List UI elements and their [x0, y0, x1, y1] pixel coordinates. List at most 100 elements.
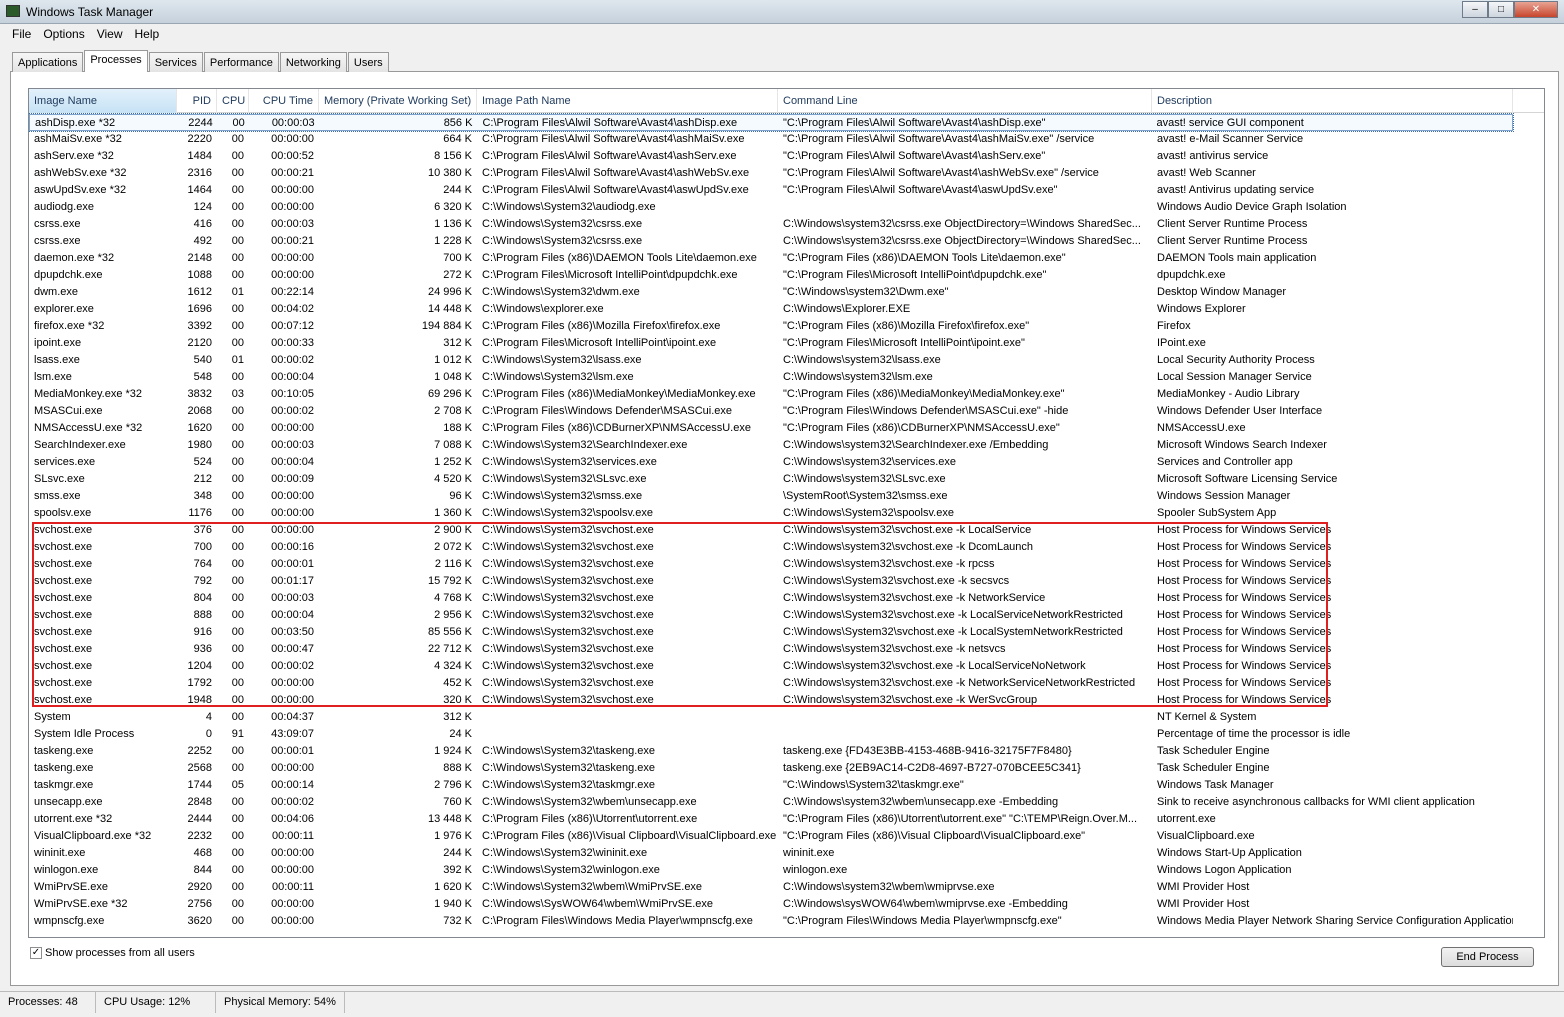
process-row[interactable]: System Idle Process 0 91 43:09:07 24 K Percen…	[29, 726, 1513, 743]
cell-image-path: C:\Windows\System32\lsass.exe	[482, 354, 642, 366]
process-row[interactable]: ashServ.exe *32 1484 00 00:00:52 8 156 K C:\P…	[29, 148, 1513, 165]
process-row[interactable]: svchost.exe 1792 00 00:00:00 452 K C:\Windows…	[29, 675, 1513, 692]
process-row[interactable]: ashMaiSv.exe *32 2220 00 00:00:00 664 K C:\Pr…	[29, 131, 1513, 148]
process-row[interactable]: taskmgr.exe 1744 05 00:00:14 2 796 K C:\Windo…	[29, 777, 1513, 794]
column-description[interactable]: Description	[1152, 89, 1513, 113]
column-image-path[interactable]: Image Path Name	[477, 89, 778, 113]
process-row[interactable]: dpupdchk.exe 1088 00 00:00:00 272 K C:\Progra…	[29, 267, 1513, 284]
process-row[interactable]: taskeng.exe 2568 00 00:00:00 888 K C:\Windows…	[29, 760, 1513, 777]
cell-image-path: C:\Program Files\Microsoft IntelliPoint\…	[482, 337, 717, 349]
cell-memory: 2 956 K	[434, 609, 472, 621]
cell-image-name: svchost.exe	[34, 592, 93, 604]
process-row[interactable]: NMSAccessU.exe *32 1620 00 00:00:00 188 K C:\…	[29, 420, 1513, 437]
process-row[interactable]: VisualClipboard.exe *32 2232 00 00:00:11 1 9…	[29, 828, 1513, 845]
close-button[interactable]: ✕	[1514, 1, 1558, 18]
process-row[interactable]: explorer.exe 1696 00 00:04:02 14 448 K C:\Win…	[29, 301, 1513, 318]
process-row[interactable]: utorrent.exe *32 2444 00 00:04:06 13 448 K C:…	[29, 811, 1513, 828]
cell-cpu: 00	[231, 252, 244, 264]
tab-applications[interactable]: Applications	[12, 52, 84, 72]
menu-file[interactable]: File	[6, 24, 37, 44]
cell-command-line: C:\Windows\system32\lsm.exe	[783, 371, 933, 383]
cell-memory: 22 712 K	[427, 643, 472, 655]
process-row[interactable]: csrss.exe 416 00 00:00:03 1 136 K C:\Windows\…	[29, 216, 1513, 233]
process-row[interactable]: taskeng.exe 2252 00 00:00:01 1 924 K C:\Windo…	[29, 743, 1513, 760]
process-row[interactable]: svchost.exe 764 00 00:00:01 2 116 K C:\Window…	[29, 556, 1513, 573]
process-row[interactable]: csrss.exe 492 00 00:00:21 1 228 K C:\Windows\…	[29, 233, 1513, 250]
cell-cpu: 00	[231, 745, 244, 757]
minimize-button[interactable]: –	[1462, 1, 1488, 18]
process-row[interactable]: ashWebSv.exe *32 2316 00 00:00:21 10 380 K C:…	[29, 165, 1513, 182]
process-row[interactable]: audiodg.exe 124 00 00:00:00 6 320 K C:\Window…	[29, 199, 1513, 216]
process-row[interactable]: ashDisp.exe *32 2244 00 00:00:03 856 K C:\Pro…	[29, 113, 1514, 132]
cell-description: Local Security Authority Process	[1157, 354, 1315, 366]
process-row[interactable]: dwm.exe 1612 01 00:22:14 24 996 K C:\Windows\…	[29, 284, 1513, 301]
process-row[interactable]: wmpnscfg.exe 3620 00 00:00:00 732 K C:\Progra…	[29, 913, 1513, 930]
process-row[interactable]: firefox.exe *32 3392 00 00:07:12 194 884 K C:…	[29, 318, 1513, 335]
process-row[interactable]: svchost.exe 1948 00 00:00:00 320 K C:\Windows…	[29, 692, 1513, 709]
process-row[interactable]: aswUpdSv.exe *32 1464 00 00:00:00 244 K C:\Pr…	[29, 182, 1513, 199]
cell-cpu-time: 00:00:02	[271, 405, 314, 417]
column-pid[interactable]: PID	[177, 89, 217, 113]
cell-description: Host Process for Windows Services	[1157, 643, 1332, 655]
process-row[interactable]: SearchIndexer.exe 1980 00 00:00:03 7 088 K C:…	[29, 437, 1513, 454]
cell-cpu: 00	[231, 371, 244, 383]
tab-users[interactable]: Users	[347, 52, 389, 72]
process-row[interactable]: lsm.exe 548 00 00:00:04 1 048 K C:\Windows\Sy…	[29, 369, 1513, 386]
menu-help[interactable]: Help	[129, 24, 166, 44]
process-row[interactable]: System 4 00 00:04:37 312 K NT Kernel & System	[29, 709, 1513, 726]
process-row[interactable]: WmiPrvSE.exe 2920 00 00:00:11 1 620 K C:\Wind…	[29, 879, 1513, 896]
process-row[interactable]: svchost.exe 888 00 00:00:04 2 956 K C:\Window…	[29, 607, 1513, 624]
process-row[interactable]: MSASCui.exe 2068 00 00:00:02 2 708 K C:\Progr…	[29, 403, 1513, 420]
column-memory[interactable]: Memory (Private Working Set)	[319, 89, 477, 113]
menu-view[interactable]: View	[91, 24, 129, 44]
process-row[interactable]: daemon.exe *32 2148 00 00:00:00 700 K C:\Prog…	[29, 250, 1513, 267]
tab-processes[interactable]: Processes	[84, 50, 148, 72]
process-row[interactable]: svchost.exe 916 00 00:03:50 85 556 K C:\Windo…	[29, 624, 1513, 641]
tab-networking[interactable]: Networking	[279, 52, 347, 72]
process-row[interactable]: ipoint.exe 2120 00 00:00:33 312 K C:\Program …	[29, 335, 1513, 352]
cell-cpu-time: 00:01:17	[271, 575, 314, 587]
show-all-users-checkbox[interactable]: ✓ Show processes from all users	[30, 947, 195, 959]
process-row[interactable]: svchost.exe 376 00 00:00:00 2 900 K C:\Window…	[29, 522, 1513, 539]
cell-cpu-time: 00:00:00	[271, 898, 314, 910]
column-cpu-time[interactable]: CPU Time	[249, 89, 319, 113]
process-row[interactable]: wininit.exe 468 00 00:00:00 244 K C:\Windows\…	[29, 845, 1513, 862]
cell-image-name: svchost.exe	[34, 643, 93, 655]
process-row[interactable]: MediaMonkey.exe *32 3832 03 00:10:05 69 296 …	[29, 386, 1513, 403]
process-row[interactable]: spoolsv.exe 1176 00 00:00:00 1 360 K C:\Windo…	[29, 505, 1513, 522]
cell-cpu-time: 00:00:01	[271, 558, 314, 570]
tab-services[interactable]: Services	[148, 52, 203, 72]
process-row[interactable]: svchost.exe 700 00 00:00:16 2 072 K C:\Window…	[29, 539, 1513, 556]
cell-memory: 96 K	[449, 490, 472, 502]
process-row[interactable]: SLsvc.exe 212 00 00:00:09 4 520 K C:\Windows\…	[29, 471, 1513, 488]
end-process-button[interactable]: End Process	[1441, 947, 1534, 967]
cell-cpu: 00	[231, 592, 244, 604]
cell-description: avast! Antivirus updating service	[1157, 184, 1315, 196]
cell-image-path: C:\Windows\System32\svchost.exe	[482, 660, 654, 672]
maximize-button[interactable]: □	[1488, 1, 1514, 18]
process-row[interactable]: unsecapp.exe 2848 00 00:00:02 760 K C:\Window…	[29, 794, 1513, 811]
checkbox-check-icon[interactable]: ✓	[30, 947, 42, 959]
process-row[interactable]: svchost.exe 792 00 00:01:17 15 792 K C:\Windo…	[29, 573, 1513, 590]
process-row[interactable]: WmiPrvSE.exe *32 2756 00 00:00:00 1 940 K C:\…	[29, 896, 1513, 913]
process-row[interactable]: lsass.exe 540 01 00:00:02 1 012 K C:\Windows\…	[29, 352, 1513, 369]
column-command-line[interactable]: Command Line	[778, 89, 1152, 113]
cell-description: Host Process for Windows Services	[1157, 575, 1332, 587]
process-row[interactable]: svchost.exe 936 00 00:00:47 22 712 K C:\Windo…	[29, 641, 1513, 658]
process-row[interactable]: svchost.exe 1204 00 00:00:02 4 324 K C:\Windo…	[29, 658, 1513, 675]
process-list[interactable]: Image Name PID CPU CPU Time Memory (Priv…	[28, 88, 1545, 938]
menu-options[interactable]: Options	[37, 24, 90, 44]
cell-image-path: C:\Windows\System32\SearchIndexer.exe	[482, 439, 688, 451]
process-row[interactable]: svchost.exe 804 00 00:00:03 4 768 K C:\Window…	[29, 590, 1513, 607]
process-row[interactable]: services.exe 524 00 00:00:04 1 252 K C:\Windo…	[29, 454, 1513, 471]
cell-image-path: C:\Program Files (x86)\DAEMON Tools Lite…	[482, 252, 757, 264]
process-row[interactable]: winlogon.exe 844 00 00:00:00 392 K C:\Windows…	[29, 862, 1513, 879]
column-cpu[interactable]: CPU	[217, 89, 249, 113]
cell-cpu-time: 00:00:00	[271, 252, 314, 264]
process-row[interactable]: smss.exe 348 00 00:00:00 96 K C:\Windows\Syst…	[29, 488, 1513, 505]
column-headers: Image Name PID CPU CPU Time Memory (Priv…	[29, 89, 1544, 113]
cell-pid: 700	[193, 541, 212, 553]
column-image-name[interactable]: Image Name	[29, 89, 177, 113]
tab-performance[interactable]: Performance	[203, 52, 279, 72]
cell-image-name: NMSAccessU.exe *32	[34, 422, 143, 434]
